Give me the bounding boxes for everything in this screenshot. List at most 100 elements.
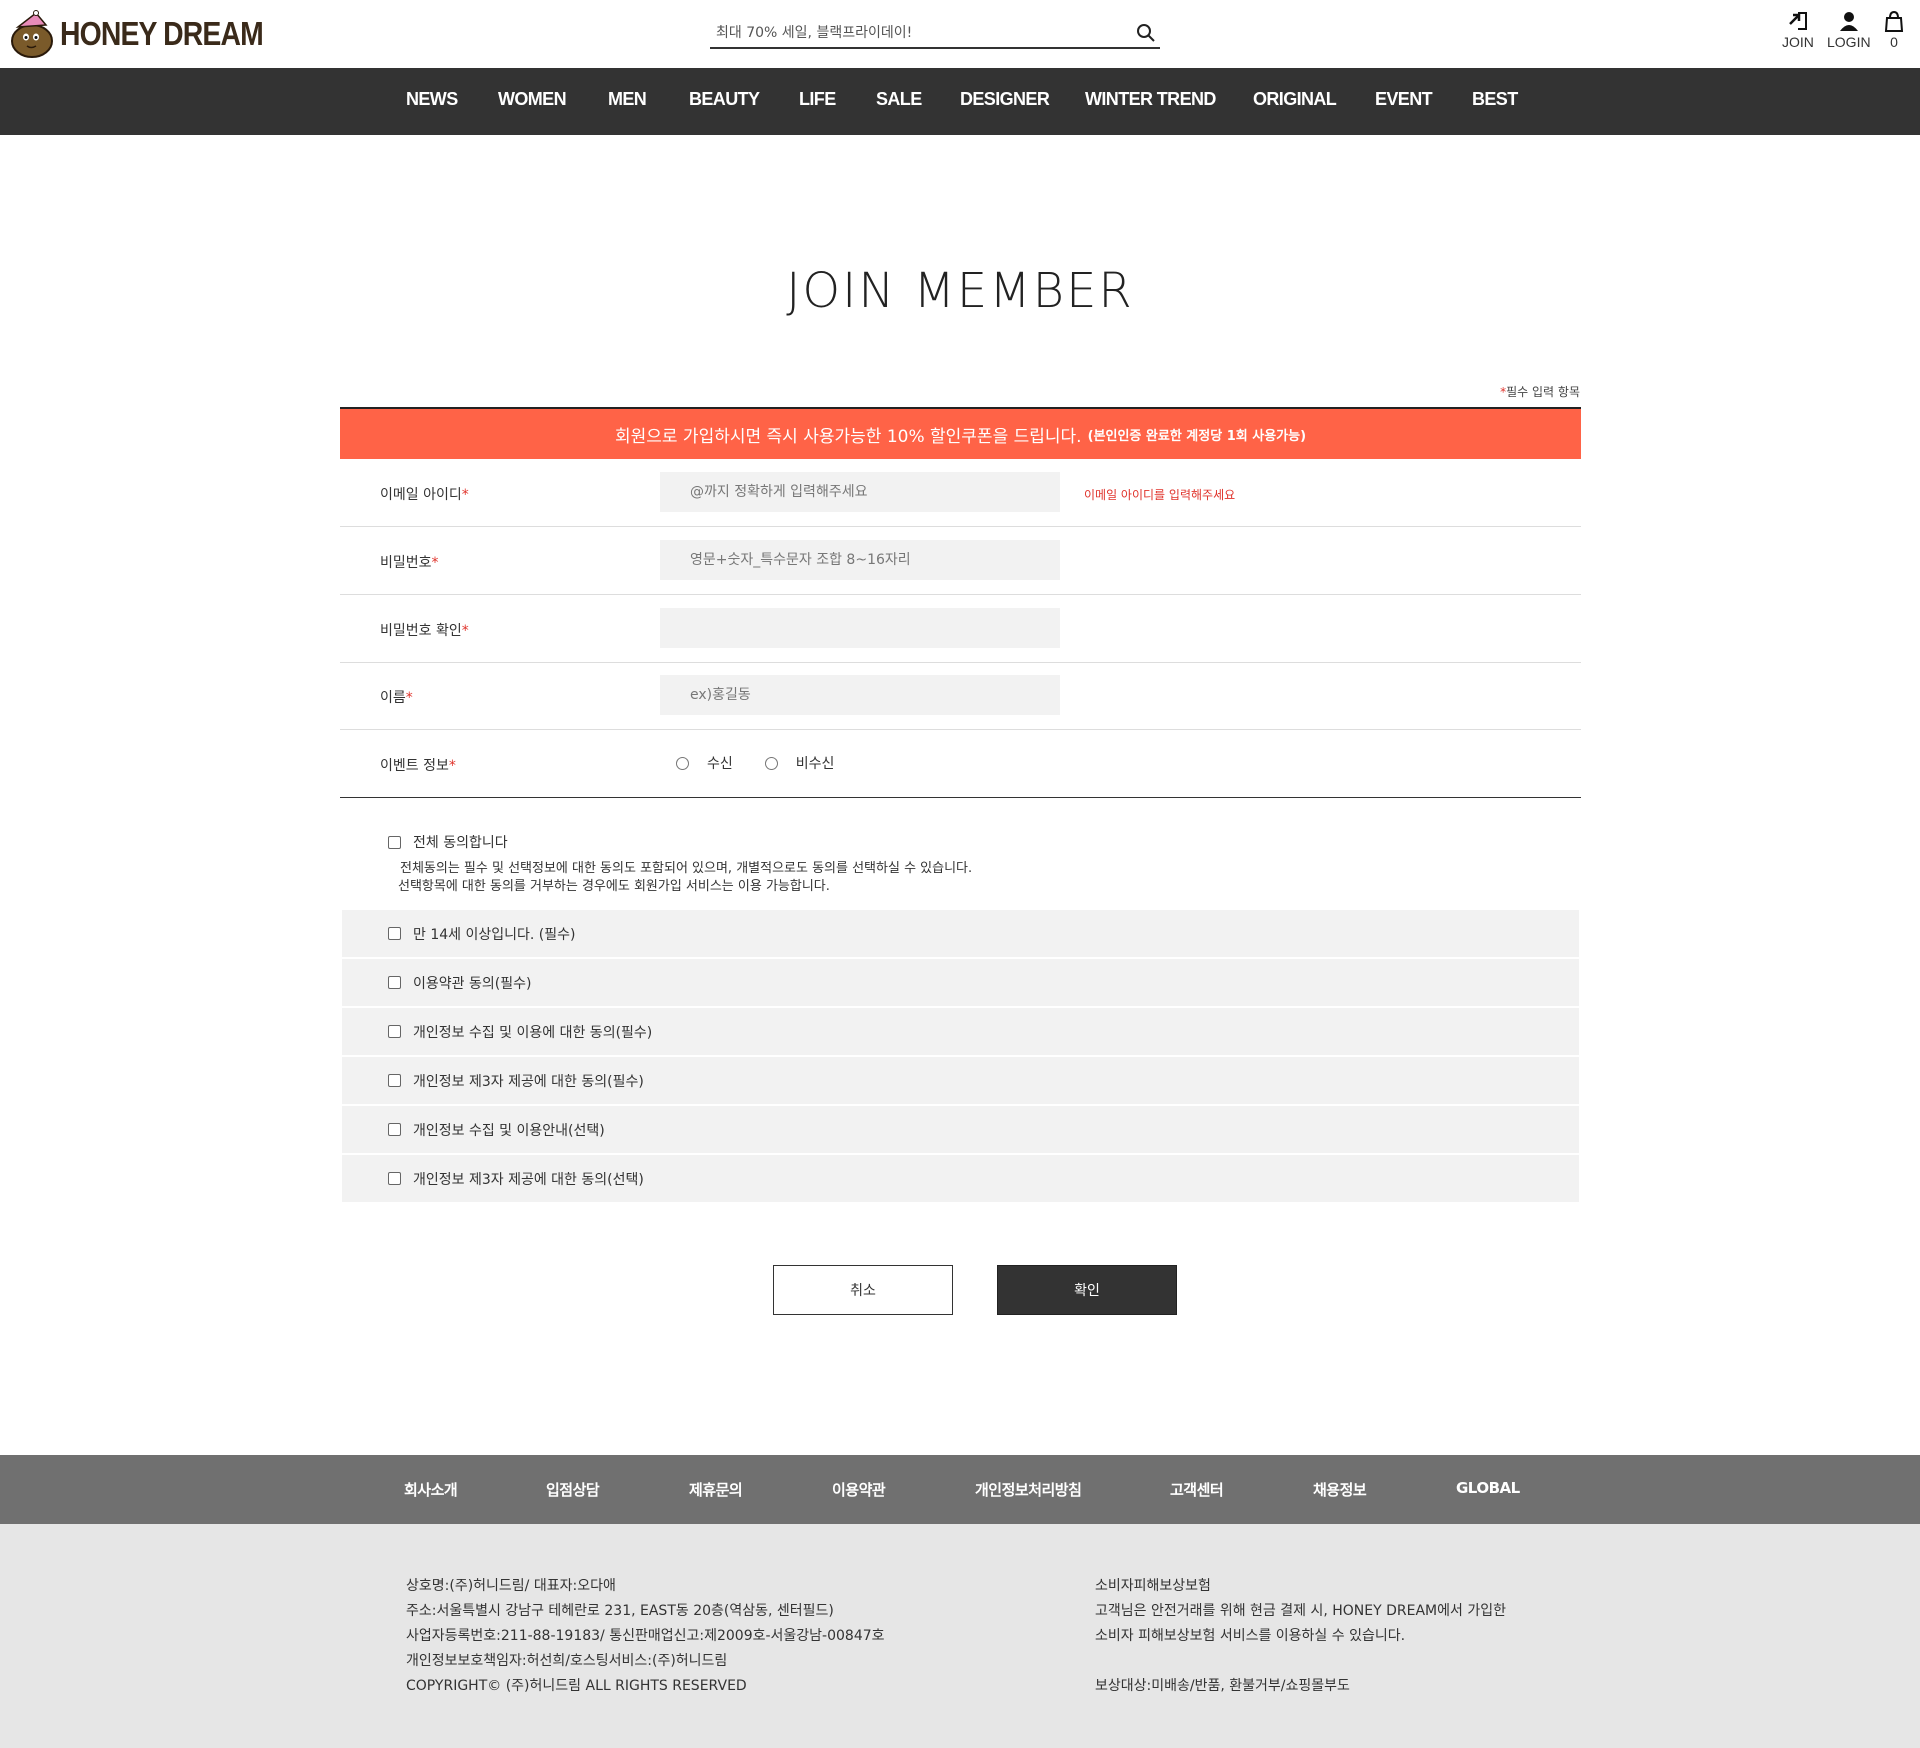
footer-nav: 회사소개 입점상담 제휴문의 이용약관 개인정보처리방침 고객센터 채용정보 G…: [0, 1455, 1920, 1524]
company-info-line: 주소:서울특별시 강남구 테헤란로 231, EAST동 20층(역삼동, 센터…: [406, 1603, 834, 1619]
event-row: 이벤트 정보* 수신 비수신: [340, 730, 1581, 798]
footer-link-privacy-policy[interactable]: 개인정보처리방침: [975, 1479, 1082, 1500]
user-icon: [1839, 12, 1858, 31]
footer-link-store-inquiry[interactable]: 입점상담: [546, 1479, 600, 1500]
name-field[interactable]: [660, 675, 1060, 715]
insurance-line: 소비자 피해보상보험 서비스를 이용하실 수 있습니다.: [1095, 1628, 1406, 1644]
agree-third-party-optional-checkbox[interactable]: [388, 1172, 401, 1185]
search-bar: [710, 20, 1160, 49]
agree-privacy-optional-label[interactable]: 개인정보 수집 및 이용안내(선택): [413, 1120, 605, 1140]
agree-third-party-checkbox[interactable]: [388, 1074, 401, 1087]
search-input[interactable]: [710, 20, 1110, 46]
join-link[interactable]: JOIN: [1782, 10, 1814, 50]
agree-desc-line-1: 전체동의는 필수 및 선택정보에 대한 동의도 포함되어 있으며, 개별적으로도…: [400, 861, 973, 876]
password-confirm-label: 비밀번호 확인: [380, 623, 462, 639]
honey-potato-logo-icon: [10, 9, 54, 59]
password-row: 비밀번호*: [340, 527, 1581, 595]
company-info-line: 사업자등록번호:211-88-19183/ 통신판매업신고:제2009호-서울강…: [406, 1628, 885, 1644]
event-receive-label[interactable]: 수신: [707, 753, 733, 773]
agree-terms-checkbox[interactable]: [388, 976, 401, 989]
banner-sub-text: (본인인증 완료한 계정당 1회 사용가능): [1087, 428, 1307, 444]
site-header: HONEY DREAM JOIN LOGIN 0: [0, 0, 1920, 68]
company-info: 상호명:(주)허니드림/ 대표자:오다애 주소:서울특별시 강남구 테헤란로 2…: [406, 1574, 885, 1699]
insurance-line: 고객님은 안전거래를 위해 현금 결제 시, HONEY DREAM에서 가입한: [1095, 1603, 1506, 1619]
nav-item-women[interactable]: WOMEN: [498, 89, 567, 110]
required-star: *: [461, 487, 469, 503]
agree-all-description: 전체동의는 필수 및 선택정보에 대한 동의도 포함되어 있으며, 개별적으로도…: [398, 860, 973, 896]
nav-item-beauty[interactable]: BEAUTY: [689, 89, 760, 110]
agree-item-privacy-collect: 개인정보 수집 및 이용에 대한 동의(필수): [342, 1008, 1579, 1055]
password-confirm-field[interactable]: [660, 608, 1060, 648]
required-star: *: [431, 555, 439, 571]
agree-privacy-optional-checkbox[interactable]: [388, 1123, 401, 1136]
footer-link-terms[interactable]: 이용약관: [832, 1479, 886, 1500]
email-label: 이메일 아이디: [380, 487, 462, 503]
agree-desc-line-2: 선택항목에 대한 동의를 거부하는 경우에도 회원가입 서비스는 이용 가능합니…: [398, 879, 830, 894]
required-star: *: [405, 690, 413, 706]
agree-third-party-label[interactable]: 개인정보 제3자 제공에 대한 동의(필수): [413, 1071, 644, 1091]
event-decline-radio[interactable]: [764, 756, 778, 770]
required-star: *: [448, 758, 456, 774]
insurance-info: 소비자피해보상보험 고객님은 안전거래를 위해 현금 결제 시, HONEY D…: [1095, 1574, 1506, 1699]
nav-item-winter-trend[interactable]: WINTER TREND: [1085, 89, 1216, 110]
event-label: 이벤트 정보: [380, 758, 449, 774]
agree-age-label[interactable]: 만 14세 이상입니다. (필수): [413, 924, 575, 944]
cart-count: 0: [1890, 34, 1898, 50]
insurance-coverage: 보상대상:미배송/반품, 환불거부/쇼핑몰부도: [1095, 1678, 1350, 1694]
password-confirm-row: 비밀번호 확인*: [340, 595, 1581, 663]
join-icon: [1789, 12, 1807, 30]
confirm-button[interactable]: 확인: [997, 1265, 1177, 1315]
login-link[interactable]: LOGIN: [1827, 10, 1871, 50]
login-label: LOGIN: [1827, 34, 1871, 50]
email-row: 이메일 아이디* 이메일 아이디를 입력해주세요: [340, 459, 1581, 527]
main-nav: NEWS WOMEN MEN BEAUTY LIFE SALE DESIGNER…: [0, 68, 1920, 135]
name-label: 이름: [380, 690, 406, 706]
required-note: *필수 입력 항목: [1500, 383, 1580, 400]
required-note-text: 필수 입력 항목: [1506, 385, 1580, 399]
logo[interactable]: HONEY DREAM: [10, 6, 296, 62]
event-receive-radio[interactable]: [676, 756, 689, 770]
nav-item-best[interactable]: BEST: [1472, 89, 1518, 110]
shopping-bag-icon: [1884, 10, 1904, 32]
agree-age-checkbox[interactable]: [388, 927, 401, 940]
email-error-message: 이메일 아이디를 입력해주세요: [1084, 488, 1236, 502]
agree-terms-label[interactable]: 이용약관 동의(필수): [413, 973, 531, 993]
company-info-line: 개인정보보호책임자:허선희/호스팅서비스:(주)허니드림: [406, 1653, 728, 1669]
search-icon[interactable]: [1136, 23, 1156, 43]
logo-text: HONEY DREAM: [60, 15, 264, 52]
footer-link-customer-center[interactable]: 고객센터: [1170, 1479, 1224, 1500]
agree-all-row: 전체 동의합니다: [388, 832, 508, 852]
footer-link-partnership[interactable]: 제휴문의: [689, 1479, 743, 1500]
name-row: 이름*: [340, 662, 1581, 730]
nav-item-original[interactable]: ORIGINAL: [1253, 89, 1337, 110]
password-field[interactable]: [660, 540, 1060, 580]
agree-item-third-party: 개인정보 제3자 제공에 대한 동의(필수): [342, 1057, 1579, 1104]
footer-link-careers[interactable]: 채용정보: [1313, 1479, 1367, 1500]
company-info-line: 상호명:(주)허니드림/ 대표자:오다애: [406, 1578, 616, 1594]
agree-item-privacy-optional: 개인정보 수집 및 이용안내(선택): [342, 1106, 1579, 1153]
nav-item-life[interactable]: LIFE: [799, 89, 836, 110]
event-decline-label[interactable]: 비수신: [796, 753, 835, 773]
agree-item-third-party-optional: 개인정보 제3자 제공에 대한 동의(선택): [342, 1155, 1579, 1202]
nav-item-sale[interactable]: SALE: [876, 89, 922, 110]
cart-link[interactable]: 0: [1883, 10, 1905, 50]
nav-item-designer[interactable]: DESIGNER: [960, 89, 1050, 110]
agree-all-checkbox[interactable]: [388, 835, 401, 849]
agree-privacy-collect-checkbox[interactable]: [388, 1025, 401, 1038]
cancel-button[interactable]: 취소: [773, 1265, 953, 1315]
page-title: JOIN MEMBER: [786, 263, 1134, 319]
copyright: COPYRIGHT© (주)허니드림 ALL RIGHTS RESERVED: [406, 1678, 747, 1694]
insurance-title: 소비자피해보상보험: [1095, 1578, 1211, 1594]
coupon-banner: 회원으로 가입하시면 즉시 사용가능한 10% 할인쿠폰을 드립니다. (본인인…: [340, 407, 1581, 459]
agree-privacy-collect-label[interactable]: 개인정보 수집 및 이용에 대한 동의(필수): [413, 1022, 652, 1042]
nav-item-news[interactable]: NEWS: [406, 89, 458, 110]
agree-item-terms: 이용약관 동의(필수): [342, 959, 1579, 1006]
footer-link-company[interactable]: 회사소개: [404, 1479, 458, 1500]
agree-third-party-optional-label[interactable]: 개인정보 제3자 제공에 대한 동의(선택): [413, 1169, 644, 1189]
agree-all-label[interactable]: 전체 동의합니다: [413, 832, 508, 852]
email-field[interactable]: [660, 472, 1060, 512]
footer-link-global[interactable]: GLOBAL: [1456, 1479, 1520, 1497]
nav-item-men[interactable]: MEN: [608, 89, 647, 110]
join-label: JOIN: [1782, 34, 1814, 50]
nav-item-event[interactable]: EVENT: [1375, 89, 1433, 110]
